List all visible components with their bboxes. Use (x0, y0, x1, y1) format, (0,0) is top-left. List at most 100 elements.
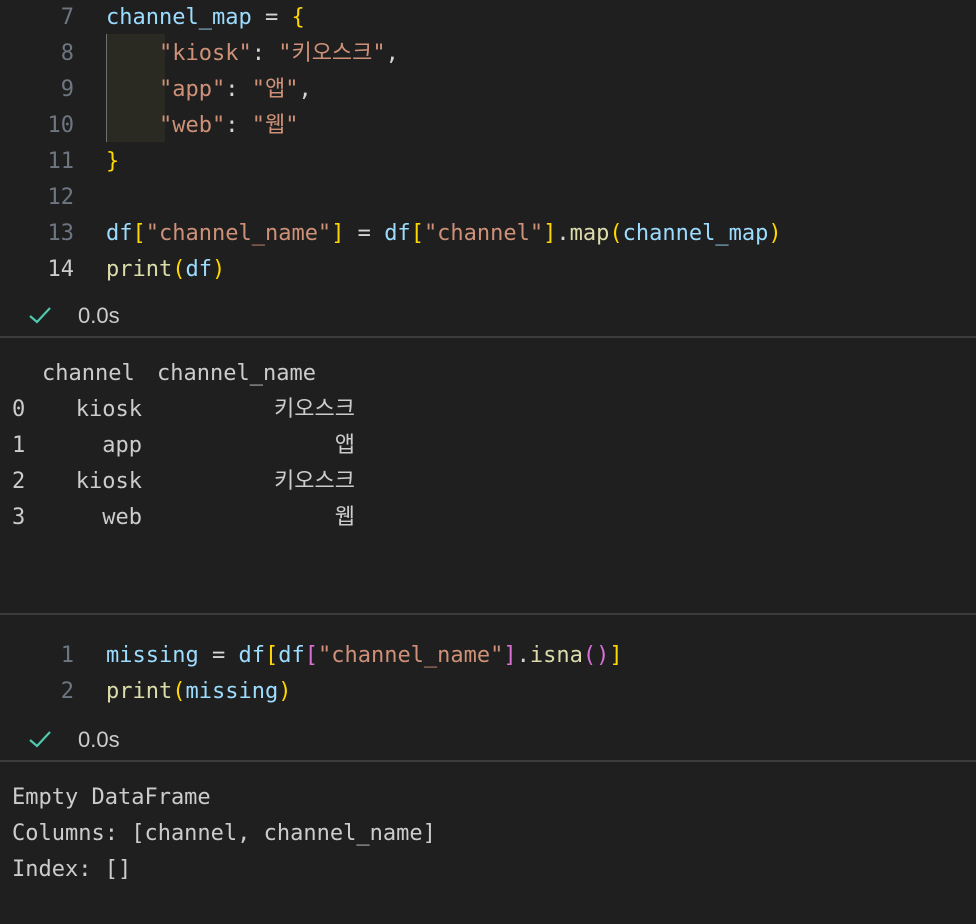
code-token: { (291, 5, 305, 30)
code-token: ] (331, 221, 345, 246)
code-token: "키오스크" (278, 41, 386, 66)
row-index: 1 (12, 433, 26, 458)
code-token: : (225, 113, 252, 138)
code-line[interactable]: 14 print(df) (0, 252, 976, 288)
code-token: () (582, 643, 610, 668)
channel-cell: web (102, 505, 142, 530)
code-token: "웹" (251, 113, 299, 138)
code-cell-1[interactable]: 7 channel_map = {8 "kiosk": "키오스크", 9 "app… (0, 0, 976, 290)
code-token: "kiosk" (158, 41, 252, 66)
code-token: df (185, 257, 212, 282)
code-token: print (106, 257, 173, 282)
channel-name-cell: 키오스크 (274, 397, 355, 422)
output-line: Columns: [channel, channel_name] (12, 821, 436, 846)
code-token: [ (410, 221, 424, 246)
cell-2-status: 0.0s (0, 720, 976, 760)
execution-time: 0.0s (78, 727, 120, 752)
table-row: 1 app 앱 (0, 428, 976, 464)
cell-2-output: Empty DataFrame Columns: [channel, chann… (0, 780, 976, 890)
table-row: 2 kiosk 키오스크 (0, 464, 976, 500)
code-token: ] (543, 221, 557, 246)
code-line[interactable]: 13 df["channel_name"] = df["channel"].map… (0, 216, 976, 252)
code-token: ) (211, 257, 226, 282)
code-text[interactable]: } (106, 144, 119, 180)
line-number: 8 (60, 41, 74, 66)
code-token: } (106, 149, 120, 174)
code-line[interactable]: 1 missing = df[df["channel_name"].isna()] (0, 638, 976, 674)
output-header-row: channel channel_name (0, 356, 976, 392)
output-line: Empty DataFrame (12, 785, 211, 810)
code-token: = (344, 221, 385, 246)
line-number: 14 (47, 257, 75, 282)
code-line[interactable]: 10 "web": "웹" (0, 108, 976, 144)
channel-cell: kiosk (75, 469, 142, 494)
code-token: [ (132, 221, 146, 246)
code-token: [ (264, 643, 279, 668)
output-divider (0, 760, 976, 762)
code-line[interactable]: 9 "app": "앱", (0, 72, 976, 108)
line-number: 2 (60, 679, 74, 704)
code-line[interactable]: 7 channel_map = { (0, 0, 976, 36)
table-row: 3 web 웹 (0, 500, 976, 536)
code-text[interactable]: "web": "웹" (106, 108, 298, 144)
channel-cell: app (102, 433, 142, 458)
row-index: 0 (12, 397, 26, 422)
column-header: channel (42, 361, 135, 386)
code-text[interactable]: df["channel_name"] = df["channel"].map(c… (106, 216, 782, 252)
code-token: "app" (158, 77, 226, 102)
code-text[interactable]: print(df) (106, 252, 225, 288)
code-token: print (106, 679, 173, 704)
code-token: ] (609, 643, 623, 668)
table-row: 0 kiosk 키오스크 (0, 392, 976, 428)
code-token: channel_map (106, 5, 252, 30)
code-line[interactable]: 12 (0, 180, 976, 216)
code-token: ( (172, 257, 186, 282)
channel-name-cell: 키오스크 (274, 469, 355, 494)
code-token: = (198, 643, 239, 668)
code-token: "channel_name" (317, 643, 504, 668)
code-token: = (251, 5, 292, 30)
code-token: "앱" (251, 77, 299, 102)
code-line[interactable]: 8 "kiosk": "키오스크", (0, 36, 976, 72)
output-line: Index: [] (12, 857, 132, 882)
code-text[interactable]: channel_map = { (106, 0, 305, 36)
code-token: "channel" (423, 221, 544, 246)
code-cell-2[interactable]: 1 missing = df[df["channel_name"].isna()]… (0, 638, 976, 712)
code-line[interactable]: 2 print(missing) (0, 674, 976, 710)
code-text[interactable]: missing = df[df["channel_name"].isna()] (106, 638, 623, 674)
code-token: . (516, 643, 530, 668)
code-token: [ (304, 643, 318, 668)
code-token: df (238, 643, 265, 668)
code-token: : (225, 77, 252, 102)
code-token: "channel_name" (145, 221, 332, 246)
channel-name-cell: 앱 (334, 433, 355, 458)
code-token: ( (609, 221, 623, 246)
line-number: 12 (47, 185, 75, 210)
code-text[interactable]: "app": "앱", (106, 72, 312, 108)
check-icon (29, 307, 51, 324)
line-number: 7 (60, 5, 74, 30)
row-index: 2 (12, 469, 26, 494)
execution-time: 0.0s (78, 303, 120, 328)
code-text[interactable]: print(missing) (106, 674, 291, 710)
line-number: 11 (47, 149, 75, 174)
code-text[interactable]: "kiosk": "키오스크", (106, 36, 399, 72)
code-token: df (106, 221, 133, 246)
line-number: 10 (47, 113, 75, 138)
code-token: : (251, 41, 279, 66)
code-token: map (569, 221, 610, 246)
code-token: . (556, 221, 570, 246)
code-token: ) (768, 221, 782, 246)
code-line[interactable]: 11} (0, 144, 976, 180)
cell-1-output: channel channel_name 0 kiosk 키오스크 1 app 앱 2 kio… (0, 356, 976, 556)
code-token: ( (172, 679, 186, 704)
code-token: channel_map (622, 221, 769, 246)
code-token: df (384, 221, 411, 246)
code-token: ) (278, 679, 292, 704)
code-token: , (298, 77, 312, 102)
line-number: 1 (60, 643, 74, 668)
code-token: missing (106, 643, 199, 668)
